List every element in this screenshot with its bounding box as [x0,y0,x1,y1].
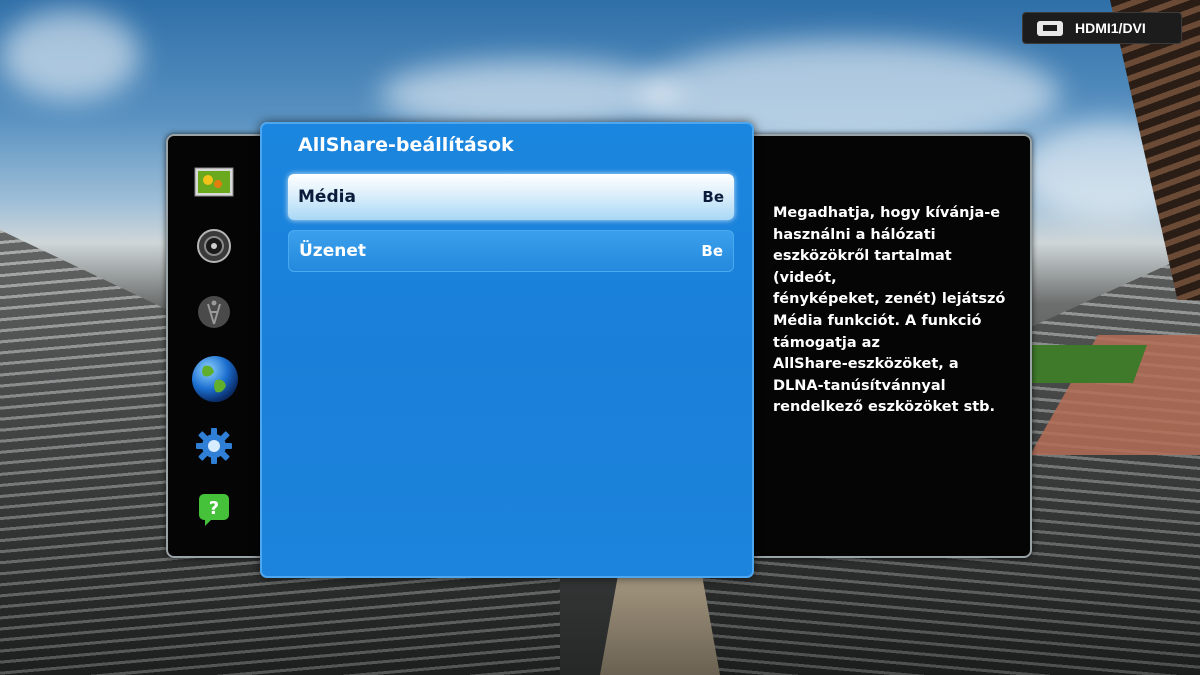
menu-item-media[interactable]: Média Be [288,174,734,220]
help-line: Megadhatja, hogy kívánja-e [773,205,1001,221]
menu-title: AllShare-beállítások [298,134,514,156]
system-gear-icon[interactable] [194,426,234,466]
source-badge: HDMI1/DVI [1022,12,1182,44]
picture-icon[interactable] [194,162,234,202]
help-line: rendelkező eszközöket stb. [773,399,996,416]
menu-item-message[interactable]: Üzenet Be [288,230,734,272]
menu-item-value: Be [701,242,723,260]
help-line: DLNA-tanúsítvánnyal [773,377,946,394]
sound-icon[interactable] [194,226,234,266]
allshare-menu-panel: AllShare-beállítások Média Be Üzenet Be [260,122,754,578]
broadcast-icon[interactable] [194,292,234,332]
help-description: Megadhatja, hogy kívánja-e használni a h… [773,203,1018,419]
network-globe-icon[interactable] [190,354,240,404]
hdmi-icon [1037,20,1063,36]
menu-item-value: Be [702,188,724,206]
help-line: Média funkciót. A funkció [773,312,982,329]
support-question-icon[interactable]: ? [194,490,234,530]
help-line: AllShare-eszközöket, a [773,356,959,373]
menu-item-label: Üzenet [299,241,366,261]
menu-item-label: Média [298,187,356,207]
help-line: használni a hálózati [773,226,936,243]
help-line: eszközökről tartalmat (videót, [773,248,952,286]
help-line: fényképeket, zenét) lejátszó [773,291,1006,308]
source-label: HDMI1/DVI [1075,20,1146,36]
category-sidebar: ? [168,140,260,560]
svg-text:?: ? [209,498,219,519]
help-line: támogatja az [773,334,880,351]
